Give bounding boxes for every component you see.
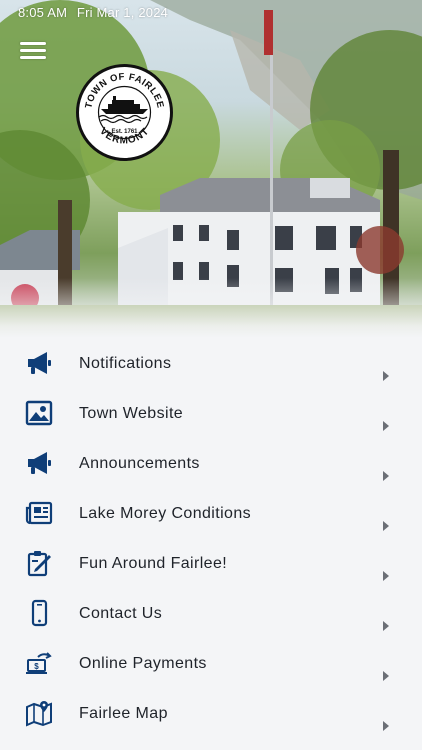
payment-icon: $ [26, 652, 52, 674]
status-time: 8:05 AM [18, 5, 68, 20]
svg-text:Est. 1761: Est. 1761 [111, 129, 138, 135]
menu-item-contact-us[interactable]: Contact Us [0, 588, 422, 638]
menu-label-town-website: Town Website [79, 405, 184, 422]
menu-label-notifications: Notifications [79, 355, 172, 372]
map-icon [26, 701, 52, 727]
chevron-right-icon [383, 371, 389, 381]
newspaper-icon [25, 501, 53, 525]
menu-label-online-payments: Online Payments [79, 655, 207, 672]
menu-label-fun-around-fairlee: Fun Around Fairlee! [79, 555, 228, 572]
megaphone-icon [28, 452, 51, 474]
menu-item-fun-around-fairlee[interactable]: Fun Around Fairlee! [0, 538, 422, 588]
hamburger-menu-icon[interactable] [20, 42, 46, 62]
hero-fade [0, 278, 422, 338]
menu-item-town-website[interactable]: Town Website [0, 388, 422, 438]
status-bar: 8:05 AM Fri Mar 1, 2024 [18, 5, 168, 20]
status-date: Fri Mar 1, 2024 [76, 5, 169, 20]
menu-item-online-payments[interactable]: $ Online Payments [0, 638, 422, 688]
menu-label-lake-morey-conditions: Lake Morey Conditions [79, 505, 252, 522]
chevron-right-icon [383, 671, 389, 681]
menu-label-contact-us: Contact Us [79, 605, 163, 622]
menu-item-notifications[interactable]: Notifications [0, 338, 422, 388]
megaphone-icon [28, 352, 51, 374]
clipboard-edit-icon [27, 551, 51, 577]
chevron-right-icon [383, 571, 389, 581]
phone-icon [31, 599, 48, 627]
chevron-right-icon [383, 471, 389, 481]
main-menu: Notifications Town Website Announcements [0, 338, 422, 738]
hero-image: 8:05 AM Fri Mar 1, 2024 TOWN OF FAIRLEE … [0, 0, 422, 338]
menu-label-fairlee-map: Fairlee Map [79, 705, 168, 722]
menu-label-announcements: Announcements [79, 455, 200, 472]
chevron-right-icon [383, 521, 389, 531]
chevron-right-icon [383, 721, 389, 731]
menu-item-announcements[interactable]: Announcements [0, 438, 422, 488]
chevron-right-icon [383, 421, 389, 431]
picture-icon [25, 400, 53, 426]
town-seal-logo: TOWN OF FAIRLEE VERMONT Est. 1761 [76, 64, 173, 161]
menu-item-fairlee-map[interactable]: Fairlee Map [0, 688, 422, 738]
chevron-right-icon [383, 621, 389, 631]
menu-item-lake-morey-conditions[interactable]: Lake Morey Conditions [0, 488, 422, 538]
svg-text:$: $ [34, 662, 39, 671]
